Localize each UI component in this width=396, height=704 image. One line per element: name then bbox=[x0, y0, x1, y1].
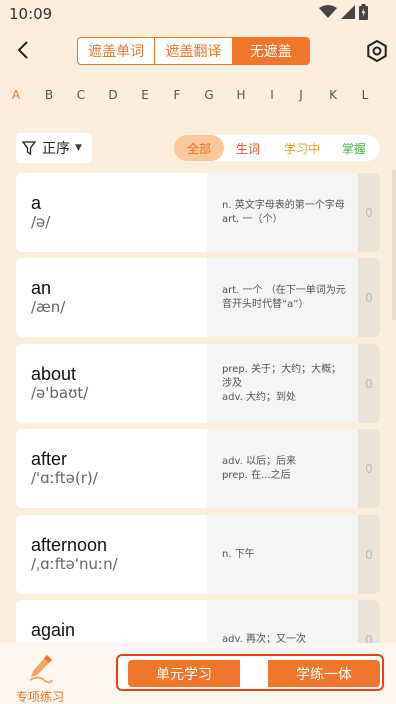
tab-learning[interactable]: 学习中 bbox=[272, 135, 332, 161]
status-bar: 10:09 bbox=[0, 0, 396, 28]
letter-c[interactable]: C bbox=[71, 88, 91, 102]
word-meaning: n. 英文字母表的第一个字母 art. 一（个） bbox=[222, 199, 345, 225]
word-phonetic: /ə'baʊt/ bbox=[31, 384, 89, 402]
scrollbar[interactable] bbox=[392, 170, 396, 320]
word-meaning: n. 下午 bbox=[222, 548, 255, 560]
review-count: 0 bbox=[358, 429, 380, 508]
letter-l[interactable]: L bbox=[355, 88, 375, 102]
word-text: again bbox=[31, 620, 76, 640]
study-mode-group: 单元学习 学练一体 bbox=[116, 654, 384, 691]
pencil-icon bbox=[29, 655, 53, 684]
review-count: 0 bbox=[358, 344, 380, 423]
review-count: 0 bbox=[358, 258, 380, 337]
order-select[interactable]: 正序 ▼ bbox=[16, 133, 92, 163]
letter-k[interactable]: K bbox=[323, 88, 343, 102]
word-meaning: art. 一个 （在下一单词为元音开头时代替“a”） bbox=[222, 284, 346, 310]
letter-j[interactable]: J bbox=[291, 88, 311, 102]
letter-g[interactable]: G bbox=[199, 88, 219, 102]
status-time: 10:09 bbox=[9, 5, 53, 23]
bottom-bar: 专项练习 单元学习 学练一体 bbox=[0, 643, 396, 704]
word-text: afternoon bbox=[31, 535, 108, 555]
word-phonetic: /ˌɑːftə'nuːn/ bbox=[31, 555, 118, 573]
order-label: 正序 bbox=[42, 141, 70, 157]
review-count: 0 bbox=[358, 515, 380, 594]
word-text: a bbox=[31, 193, 42, 213]
settings-button[interactable] bbox=[366, 39, 388, 63]
special-practice-button[interactable]: 专项练习 bbox=[14, 653, 66, 704]
letter-e[interactable]: E bbox=[135, 88, 155, 102]
tab-new-words[interactable]: 生词 bbox=[224, 135, 272, 161]
word-text: an bbox=[31, 278, 52, 298]
word-phonetic: /ə/ bbox=[31, 213, 51, 231]
letter-f[interactable]: F bbox=[167, 88, 187, 102]
word-text: about bbox=[31, 364, 77, 384]
back-button[interactable] bbox=[12, 38, 36, 62]
word-card[interactable]: afternoon /ˌɑːftə'nuːn/ n. 下午 0 bbox=[16, 515, 380, 594]
integrated-practice-button[interactable]: 学练一体 bbox=[268, 660, 380, 687]
no-mask-option[interactable]: 无遮盖 bbox=[232, 38, 309, 64]
alphabet-index: A B C D E F G H I J K L bbox=[0, 88, 396, 108]
mask-word-option[interactable]: 遮盖单词 bbox=[78, 38, 156, 64]
word-card[interactable]: a /ə/ n. 英文字母表的第一个字母 art. 一（个） 0 bbox=[16, 173, 380, 252]
letter-d[interactable]: D bbox=[103, 88, 123, 102]
word-phonetic: /æn/ bbox=[31, 298, 66, 316]
letter-h[interactable]: H bbox=[231, 88, 251, 102]
status-filter-tabs: 全部 生词 学习中 掌握 bbox=[174, 135, 380, 161]
letter-a[interactable]: A bbox=[6, 88, 26, 102]
word-text: after bbox=[31, 449, 68, 469]
letter-i[interactable]: I bbox=[262, 88, 282, 102]
word-phonetic: /'ɑːftə(r)/ bbox=[31, 469, 98, 487]
signal-icon bbox=[341, 5, 355, 19]
letter-b[interactable]: B bbox=[39, 88, 59, 102]
mask-translation-option[interactable]: 遮盖翻译 bbox=[155, 38, 233, 64]
tab-mastered[interactable]: 掌握 bbox=[332, 135, 376, 161]
review-count: 0 bbox=[358, 173, 380, 252]
battery-icon bbox=[359, 4, 368, 20]
unit-study-button[interactable]: 单元学习 bbox=[128, 660, 240, 687]
mask-mode-toggle: 遮盖单词 遮盖翻译 无遮盖 bbox=[77, 37, 310, 65]
gear-icon bbox=[367, 39, 387, 63]
word-meaning: prep. 关于；大约；大概；涉及 adv. 大约；到处 bbox=[222, 363, 342, 403]
word-meaning: adv. 以后；后来 prep. 在...之后 bbox=[222, 455, 296, 481]
word-card[interactable]: after /'ɑːftə(r)/ adv. 以后；后来 prep. 在...之… bbox=[16, 429, 380, 508]
word-card[interactable]: an /æn/ art. 一个 （在下一单词为元音开头时代替“a”） 0 bbox=[16, 258, 380, 337]
filter-icon bbox=[22, 141, 36, 155]
dropdown-triangle-icon: ▼ bbox=[75, 143, 82, 153]
back-arrow-icon bbox=[17, 41, 28, 59]
practice-label: 专项练习 bbox=[15, 690, 64, 704]
wifi-icon bbox=[319, 5, 337, 18]
word-card[interactable]: about /ə'baʊt/ prep. 关于；大约；大概；涉及 adv. 大约… bbox=[16, 344, 380, 423]
tab-all[interactable]: 全部 bbox=[174, 135, 224, 161]
